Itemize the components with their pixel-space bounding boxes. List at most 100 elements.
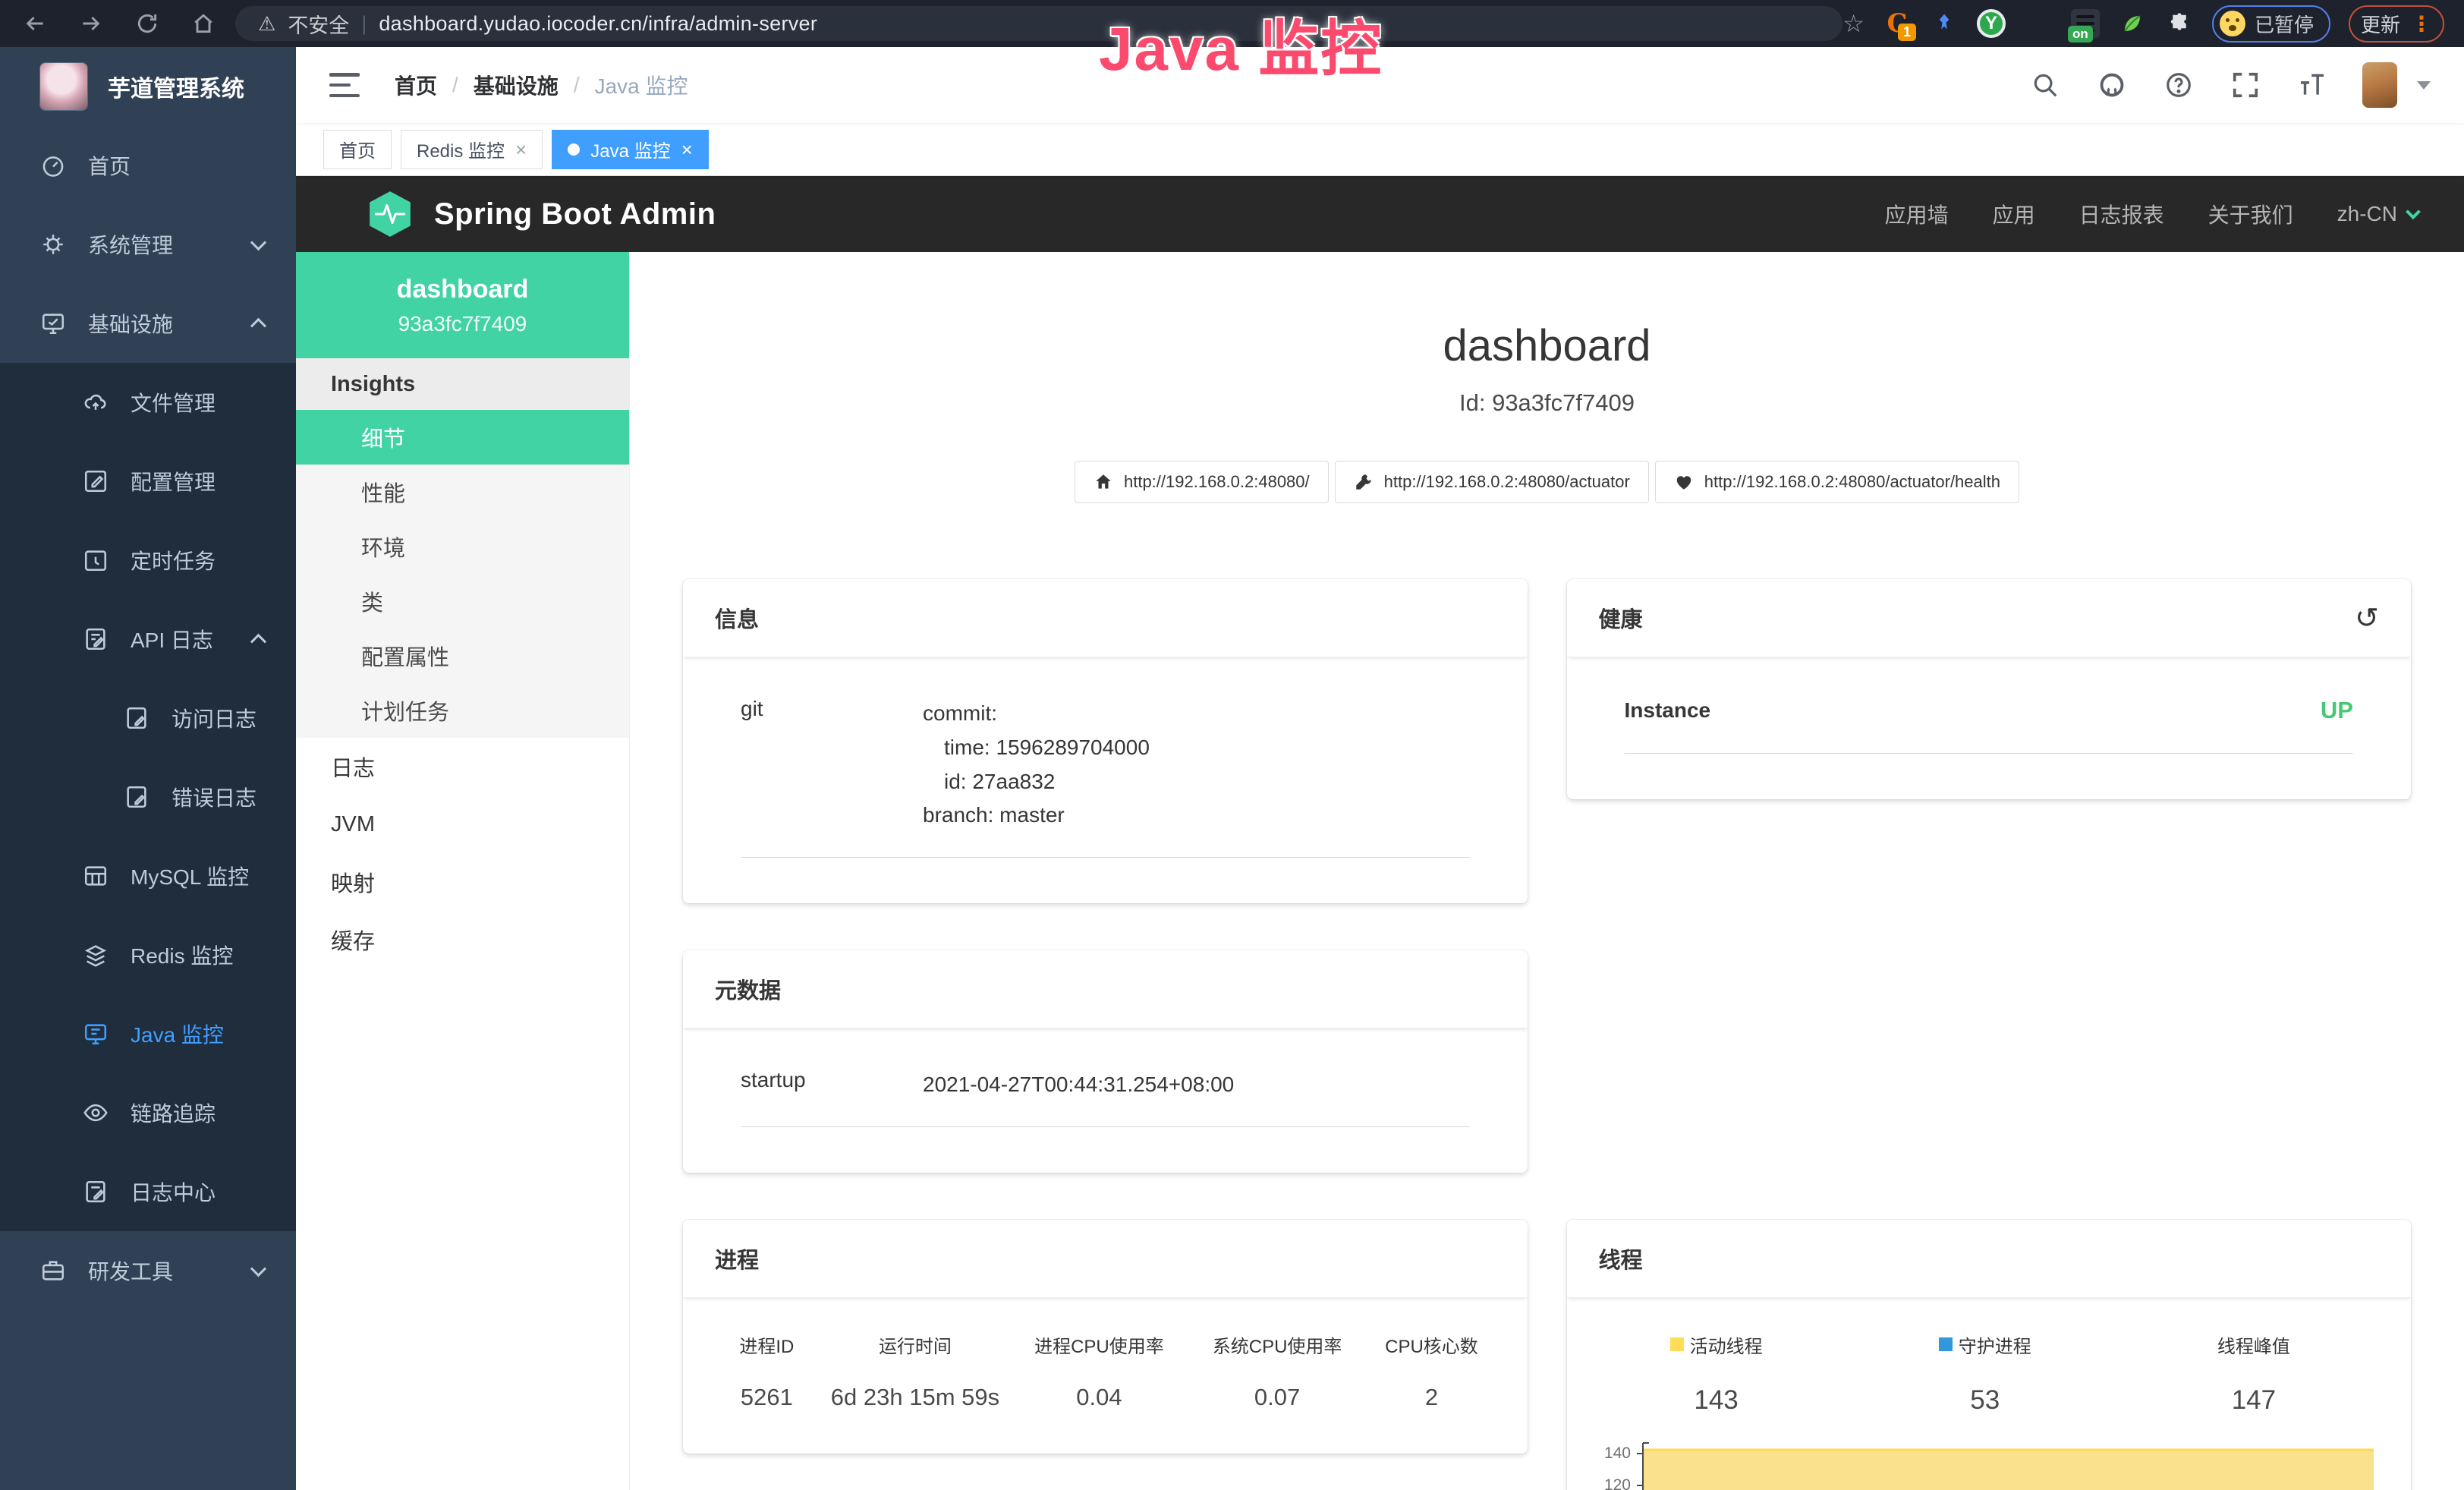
sba-group-loggers[interactable]: 日志: [296, 738, 629, 795]
user-caret-down-icon[interactable]: [2417, 81, 2431, 90]
sba-nav-journal[interactable]: 日志报表: [2079, 199, 2164, 229]
extension-y-icon[interactable]: Y: [1977, 9, 2006, 38]
sba-locale-select[interactable]: zh-CN: [2337, 202, 2418, 226]
tab-redis-monitor[interactable]: Redis 监控×: [401, 130, 543, 169]
tags-view-bar: 首页 Redis 监控× Java 监控×: [296, 123, 2464, 176]
sba-brand[interactable]: Spring Boot Admin: [366, 188, 716, 240]
metadata-card-header: 元数据: [683, 950, 1528, 1029]
legend-daemon-threads: 守护进程: [1851, 1331, 2119, 1358]
sba-nav-applications[interactable]: 应用: [1993, 199, 2035, 229]
breadcrumb-home[interactable]: 首页: [395, 70, 437, 100]
history-icon[interactable]: ↺: [2355, 603, 2379, 632]
sba-group-mappings[interactable]: 映射: [296, 853, 629, 911]
sidebar-item-redis-monitor[interactable]: Redis 监控: [0, 915, 296, 994]
sidebar-item-scheduled-jobs[interactable]: 定时任务: [0, 521, 296, 600]
extension-leaf-icon[interactable]: [2118, 9, 2147, 38]
sidebar-item-java-monitor[interactable]: Java 监控: [0, 994, 296, 1073]
process-pid: 5261: [713, 1384, 820, 1411]
metadata-card: 元数据 startup 2021-04-27T00:44:31.254+08:0…: [683, 950, 1528, 1173]
active-tab-dot: [568, 143, 580, 156]
live-threads-value: 143: [1582, 1385, 1851, 1416]
browser-forward-icon[interactable]: [76, 8, 106, 39]
sba-nav-wallboard[interactable]: 应用墙: [1885, 199, 1949, 229]
sba-item-details[interactable]: 细节: [296, 410, 629, 465]
blue-legend-swatch: [1939, 1337, 1953, 1351]
sba-group-jvm[interactable]: JVM: [296, 795, 629, 853]
chevron-up-icon: [250, 317, 266, 333]
browser-menu-icon[interactable]: ⋮: [2411, 11, 2432, 36]
extension-pin-icon[interactable]: [1930, 9, 1959, 38]
sidebar-item-infra[interactable]: 基础设施: [0, 284, 296, 363]
security-label[interactable]: 不安全: [288, 9, 349, 39]
chevron-down-icon: [250, 235, 266, 250]
actuator-url-button[interactable]: http://192.168.0.2:48080/actuator: [1335, 461, 1649, 503]
profile-paused-badge[interactable]: 已暂停: [2212, 5, 2330, 43]
breadcrumb-infra[interactable]: 基础设施: [474, 70, 559, 100]
sba-instance-header[interactable]: dashboard 93a3fc7f7409: [296, 252, 629, 358]
browser-update-button[interactable]: 更新⋮: [2349, 5, 2444, 43]
extension-grid-icon[interactable]: [2024, 9, 2053, 38]
browser-home-icon[interactable]: [188, 8, 219, 39]
toolbox-icon: [39, 1257, 67, 1284]
sba-section-insights[interactable]: Insights: [296, 358, 629, 410]
sba-item-environment[interactable]: 环境: [296, 519, 629, 574]
cloud-upload-icon: [82, 389, 109, 416]
process-card-header: 进程: [683, 1220, 1528, 1298]
close-icon[interactable]: ×: [515, 140, 527, 159]
sidebar-item-file-mgmt[interactable]: 文件管理: [0, 363, 296, 442]
extension-switch-icon[interactable]: on: [2071, 9, 2100, 38]
sba-item-config-props[interactable]: 配置属性: [296, 628, 629, 683]
sidebar-fold-icon[interactable]: [329, 73, 360, 97]
yellow-legend-swatch: [1670, 1337, 1684, 1351]
metadata-startup-row: startup 2021-04-27T00:44:31.254+08:00: [741, 1068, 1470, 1127]
tab-home[interactable]: 首页: [323, 130, 392, 169]
sidebar-item-tracing[interactable]: 链路追踪: [0, 1073, 296, 1152]
legend-peak-threads: 线程峰值: [2119, 1331, 2388, 1358]
browser-reload-icon[interactable]: [132, 8, 162, 39]
threads-area-chart: 140 120 100: [1582, 1435, 2383, 1490]
sidebar-item-config-mgmt[interactable]: 配置管理: [0, 442, 296, 521]
address-bar[interactable]: ⚠ 不安全 | dashboard.yudao.iocoder.cn/infra…: [235, 6, 1842, 41]
service-url-button[interactable]: http://192.168.0.2:48080/: [1075, 461, 1329, 503]
metadata-key: startup: [741, 1068, 923, 1102]
font-size-icon[interactable]: [2296, 68, 2329, 102]
cpu-cores: 2: [1366, 1384, 1496, 1411]
user-avatar[interactable]: [2362, 62, 2397, 108]
extension-colorzilla-icon[interactable]: C1: [1883, 9, 1912, 38]
search-icon[interactable]: [2028, 68, 2062, 102]
sidebar-item-access-log[interactable]: 访问日志: [0, 679, 296, 758]
help-icon[interactable]: [2162, 68, 2195, 102]
sidebar-item-mysql-monitor[interactable]: MySQL 监控: [0, 836, 296, 915]
sidebar-item-home[interactable]: 首页: [0, 126, 296, 205]
process-uptime: 6d 23h 15m 59s: [820, 1384, 1010, 1411]
instance-links: http://192.168.0.2:48080/ http://192.168…: [683, 461, 2411, 503]
process-table: 进程ID 运行时间 进程CPU使用率 系统CPU使用率 CPU核心数 5261 …: [683, 1298, 1528, 1454]
sidebar-item-api-log[interactable]: API 日志: [0, 600, 296, 679]
health-instance-row[interactable]: Instance UP: [1625, 697, 2354, 754]
sidebar-submenu-infra: 文件管理 配置管理 定时任务 API 日志 访问日志: [0, 363, 296, 1231]
health-url-button[interactable]: http://192.168.0.2:48080/actuator/health: [1655, 461, 2019, 503]
sidebar-item-system[interactable]: 系统管理: [0, 205, 296, 284]
sba-item-beans[interactable]: 类: [296, 574, 629, 628]
extensions-puzzle-icon[interactable]: [2165, 9, 2194, 38]
sidebar-item-log-center[interactable]: 日志中心: [0, 1152, 296, 1231]
sba-group-caches[interactable]: 缓存: [296, 911, 629, 969]
info-value: commit: time: 1596289704000 id: 27aa832 …: [923, 697, 1470, 833]
emoji-face-icon: [2220, 11, 2245, 36]
sba-item-metrics[interactable]: 性能: [296, 465, 629, 519]
browser-back-icon[interactable]: [20, 8, 50, 39]
sidebar-item-dev-tools[interactable]: 研发工具: [0, 1231, 296, 1310]
url-text[interactable]: dashboard.yudao.iocoder.cn/infra/admin-s…: [379, 12, 817, 36]
log-pen-icon: [82, 1178, 109, 1205]
bookmark-star-icon[interactable]: ☆: [1842, 9, 1865, 38]
close-icon[interactable]: ×: [681, 140, 693, 159]
tab-java-monitor[interactable]: Java 监控×: [552, 130, 709, 169]
extension-badge: 1: [1898, 24, 1916, 41]
insecure-warning-icon: ⚠: [258, 12, 275, 36]
sba-item-scheduled-tasks[interactable]: 计划任务: [296, 683, 629, 738]
github-icon[interactable]: [2095, 68, 2129, 102]
fullscreen-icon[interactable]: [2229, 68, 2262, 102]
health-status-badge: UP: [2321, 697, 2353, 724]
sidebar-item-error-log[interactable]: 错误日志: [0, 758, 296, 836]
sba-nav-about[interactable]: 关于我们: [2208, 199, 2293, 229]
